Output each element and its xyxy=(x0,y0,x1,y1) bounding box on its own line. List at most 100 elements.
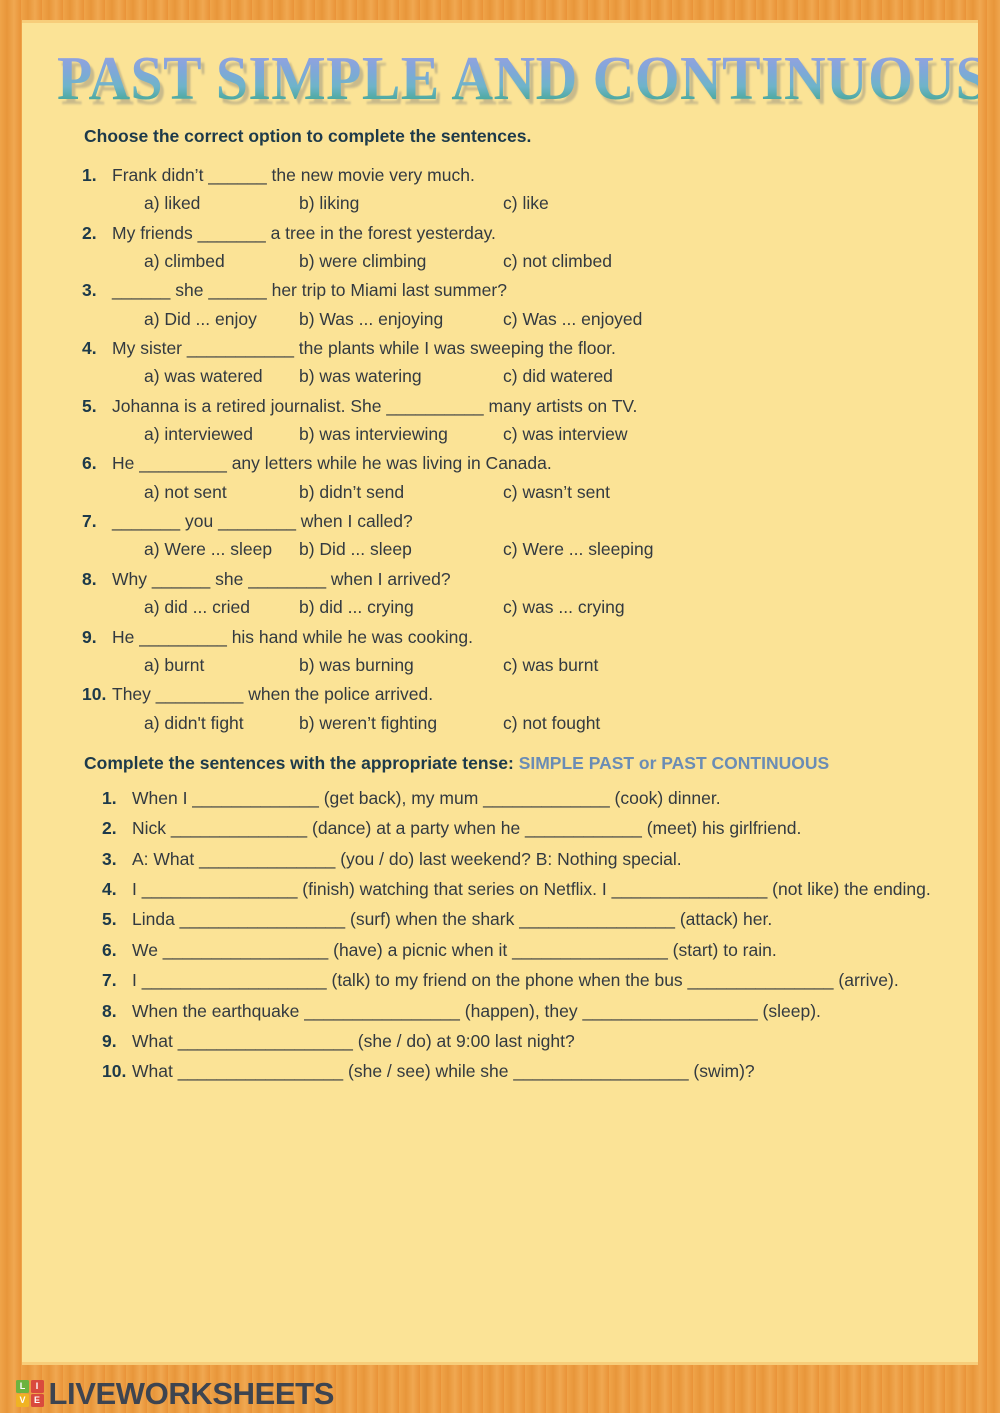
question-line: 9. He _________ his hand while he was co… xyxy=(22,623,978,651)
question-number: 6. xyxy=(82,453,97,474)
option-a[interactable]: a) interviewed xyxy=(144,420,299,448)
question-line: 5. Johanna is a retired journalist. She … xyxy=(22,392,978,420)
option-c[interactable]: c) Were ... sleeping xyxy=(503,535,653,563)
logo-wordmark: LIVEWORKSHEETS xyxy=(48,1376,335,1411)
fill-item: 4. I ________________ (finish) watching … xyxy=(22,875,978,904)
question-line: 3. ______ she ______ her trip to Miami l… xyxy=(22,276,978,304)
option-a[interactable]: a) Did ... enjoy xyxy=(144,305,299,333)
item-text[interactable]: What __________________ (she / do) at 9:… xyxy=(132,1027,978,1056)
question-text: He _________ any letters while he was li… xyxy=(112,453,552,474)
option-b[interactable]: b) was watering xyxy=(299,362,479,390)
question-number: 10. xyxy=(82,684,107,705)
question-line: 8. Why ______ she ________ when I arrive… xyxy=(22,565,978,593)
question-text: _______ you ________ when I called? xyxy=(112,511,413,532)
option-c[interactable]: c) wasn’t sent xyxy=(503,478,610,506)
question-number: 4. xyxy=(82,338,97,359)
option-c[interactable]: c) did watered xyxy=(503,362,613,390)
mcq-item: 2. My friends _______ a tree in the fore… xyxy=(22,219,978,276)
option-b[interactable]: b) weren’t fighting xyxy=(299,709,479,737)
fill-item: 2. Nick ______________ (dance) at a part… xyxy=(22,814,978,843)
question-text: Johanna is a retired journalist. She ___… xyxy=(112,395,638,416)
item-number: 5. xyxy=(102,909,117,930)
liveworksheets-logo[interactable]: L I V E LIVEWORKSHEETS xyxy=(16,1378,334,1409)
options-row: a) was watered b) was watering c) did wa… xyxy=(22,362,978,390)
option-b[interactable]: b) was burning xyxy=(299,651,479,679)
worksheet-page: PAST SIMPLE AND CONTINUOUS Choose the co… xyxy=(22,20,978,1365)
question-number: 3. xyxy=(82,280,97,301)
question-text: Frank didn’t ______ the new movie very m… xyxy=(112,165,475,185)
item-number: 3. xyxy=(102,848,117,869)
fill-item: 10. What _________________ (she / see) w… xyxy=(22,1057,978,1086)
option-c[interactable]: c) not climbed xyxy=(503,247,612,275)
worksheet-border-frame: PAST SIMPLE AND CONTINUOUS Choose the co… xyxy=(0,0,1000,1413)
option-b[interactable]: b) was interviewing xyxy=(299,420,479,448)
option-b[interactable]: b) Did ... sleep xyxy=(299,535,479,563)
question-text: He _________ his hand while he was cooki… xyxy=(112,626,473,647)
option-b[interactable]: b) did ... crying xyxy=(299,593,479,621)
page-title: PAST SIMPLE AND CONTINUOUS xyxy=(57,48,978,110)
option-a[interactable]: a) burnt xyxy=(144,651,299,679)
logo-tile-v: V xyxy=(16,1394,29,1408)
option-a[interactable]: a) liked xyxy=(144,189,299,217)
question-line: 4. My sister ___________ the plants whil… xyxy=(22,334,978,362)
fill-item: 9. What __________________ (she / do) at… xyxy=(22,1027,978,1056)
option-b[interactable]: b) liking xyxy=(299,189,479,217)
options-row: a) Were ... sleep b) Did ... sleep c) We… xyxy=(22,535,978,563)
option-c[interactable]: c) was ... crying xyxy=(503,593,625,621)
option-a[interactable]: a) not sent xyxy=(144,478,299,506)
item-text[interactable]: I ________________ (finish) watching tha… xyxy=(132,875,978,904)
options-row: a) did ... cried b) did ... crying c) wa… xyxy=(22,593,978,621)
item-text[interactable]: Linda _________________ (surf) when the … xyxy=(132,905,978,934)
item-number: 9. xyxy=(102,1031,117,1051)
question-text: ______ she ______ her trip to Miami last… xyxy=(112,280,507,301)
question-line: 1. Frank didn’t ______ the new movie ver… xyxy=(22,161,978,189)
item-text[interactable]: What _________________ (she / see) while… xyxy=(132,1057,978,1086)
option-c[interactable]: c) Was ... enjoyed xyxy=(503,305,642,333)
item-number: 2. xyxy=(102,818,117,839)
mcq-item: 10. They _________ when the police arriv… xyxy=(22,680,978,737)
mcq-item: 6. He _________ any letters while he was… xyxy=(22,449,978,506)
mcq-item: 3. ______ she ______ her trip to Miami l… xyxy=(22,276,978,333)
logo-tiles-icon: L I V E xyxy=(16,1379,44,1408)
mcq-item: 7. _______ you ________ when I called? a… xyxy=(22,507,978,564)
fill-item: 6. We _________________ (have) a picnic … xyxy=(22,936,978,965)
section-2-heading-accent: SIMPLE PAST or PAST CONTINUOUS xyxy=(518,752,830,773)
option-a[interactable]: a) was watered xyxy=(144,362,299,390)
option-a[interactable]: a) Were ... sleep xyxy=(144,535,299,563)
options-row: a) not sent b) didn’t send c) wasn’t sen… xyxy=(22,478,978,506)
option-a[interactable]: a) did ... cried xyxy=(144,593,299,621)
fill-item: 1. When I _____________ (get back), my m… xyxy=(22,784,978,813)
mcq-item: 1. Frank didn’t ______ the new movie ver… xyxy=(22,161,978,218)
option-c[interactable]: c) was interview xyxy=(503,420,627,448)
option-a[interactable]: a) didn't fight xyxy=(144,709,299,737)
item-text[interactable]: When I _____________ (get back), my mum … xyxy=(132,784,978,813)
option-b[interactable]: b) Was ... enjoying xyxy=(299,305,479,333)
options-row: a) Did ... enjoy b) Was ... enjoying c) … xyxy=(22,305,978,333)
question-number: 9. xyxy=(82,626,97,647)
option-a[interactable]: a) climbed xyxy=(144,247,299,275)
item-number: 6. xyxy=(102,939,117,960)
fill-item: 5. Linda _________________ (surf) when t… xyxy=(22,905,978,934)
item-text[interactable]: A: What ______________ (you / do) last w… xyxy=(132,845,978,874)
option-c[interactable]: c) not fought xyxy=(503,709,600,737)
question-line: 7. _______ you ________ when I called? xyxy=(22,507,978,535)
item-number: 4. xyxy=(102,879,117,900)
option-c[interactable]: c) like xyxy=(503,189,549,217)
item-number: 7. xyxy=(102,970,117,991)
mcq-item: 4. My sister ___________ the plants whil… xyxy=(22,334,978,391)
question-text: My friends _______ a tree in the forest … xyxy=(112,222,496,243)
option-b[interactable]: b) were climbing xyxy=(299,247,479,275)
question-number: 2. xyxy=(82,222,97,243)
option-c[interactable]: c) was burnt xyxy=(503,651,598,679)
item-text[interactable]: When the earthquake ________________ (ha… xyxy=(132,997,978,1026)
question-text: They _________ when the police arrived. xyxy=(112,684,434,705)
item-text[interactable]: Nick ______________ (dance) at a party w… xyxy=(132,814,978,843)
title-container: PAST SIMPLE AND CONTINUOUS xyxy=(22,20,978,110)
item-text[interactable]: I ___________________ (talk) to my frien… xyxy=(132,966,978,995)
item-text[interactable]: We _________________ (have) a picnic whe… xyxy=(132,936,978,965)
section-2-heading: Complete the sentences with the appropri… xyxy=(22,753,978,774)
logo-tile-e: E xyxy=(30,1394,44,1408)
option-b[interactable]: b) didn’t send xyxy=(299,478,479,506)
logo-tile-l: L xyxy=(16,1379,29,1393)
fill-item: 8. When the earthquake ________________ … xyxy=(22,997,978,1026)
